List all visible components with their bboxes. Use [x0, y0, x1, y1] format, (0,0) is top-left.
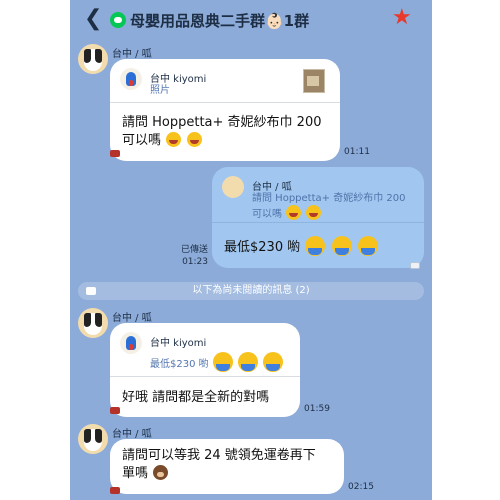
- message-text: 最低$230 喲: [224, 236, 420, 257]
- message-text: 請問 Hoppetta+ 奇妮紗布巾 200 可以嗎: [122, 115, 322, 148]
- chat-title[interactable]: 母嬰用品恩典二手群👶🏻1群: [130, 10, 309, 31]
- quote-text: 最低$230 喲: [150, 352, 300, 372]
- sender-name: 台中 / 呱: [112, 313, 152, 324]
- message-text: 請問可以等我 24 號領免運卷再下 單嗎: [122, 448, 316, 481]
- tag-icon: [110, 407, 120, 414]
- quote-text: 請問 Hoppetta+ 奇妮紗布巾 200 可以嗎: [252, 193, 406, 220]
- quote-sender-name: 台中 kiyomi: [150, 74, 207, 85]
- tag-icon: [110, 487, 120, 494]
- message-bubble[interactable]: 台中 kiyomi 照片 請問 Hoppetta+ 奇妮紗布巾 200 可以嗎: [110, 59, 340, 161]
- grinning-emoji-icon: [187, 132, 203, 147]
- message-time: 01:11: [344, 147, 370, 157]
- grinning-emoji-icon: [306, 205, 322, 220]
- avatar: [120, 332, 142, 354]
- sender-name: 台中 / 呱: [112, 49, 152, 60]
- avatar: [222, 176, 244, 198]
- quote-sender-name: 台中 kiyomi: [150, 338, 207, 349]
- message-bubble[interactable]: 台中 kiyomi 最低$230 喲 好哦 請問都是全新的對嗎: [110, 323, 300, 417]
- quoted-message[interactable]: 台中 kiyomi 最低$230 喲: [110, 323, 300, 377]
- bear-emoji-icon: [153, 465, 169, 480]
- quote-sender-name: 台中 / 呱: [252, 182, 292, 193]
- quoted-message[interactable]: 台中 kiyomi 照片: [110, 59, 340, 103]
- tag-icon: [410, 262, 420, 269]
- chevron-left-icon[interactable]: ❮: [84, 8, 102, 30]
- crying-emoji-icon: [263, 352, 284, 372]
- message-bubble-sent[interactable]: 台中 / 呱 請問 Hoppetta+ 奇妮紗布巾 200 可以嗎 最低$230…: [212, 167, 424, 268]
- chat-window: ❮ 母嬰用品恩典二手群👶🏻1群 ★ 台中 / 呱 台中 kiyomi 照片 請問…: [70, 0, 432, 500]
- chat-header: ❮ 母嬰用品恩典二手群👶🏻1群 ★: [70, 0, 432, 40]
- tag-icon: [86, 287, 96, 295]
- message-time: 01:59: [304, 404, 330, 414]
- avatar: [120, 68, 142, 90]
- avatar[interactable]: [78, 44, 108, 74]
- message-bubble[interactable]: 請問可以等我 24 號領免運卷再下 單嗎: [110, 439, 344, 494]
- message-text: 好哦 請問都是全新的對嗎: [122, 390, 270, 405]
- sender-name: 台中 / 呱: [112, 429, 152, 440]
- crying-emoji-icon: [305, 236, 326, 256]
- sent-status: 已傳送 01:23: [180, 245, 208, 267]
- crying-emoji-icon: [331, 236, 352, 256]
- grinning-emoji-icon: [286, 205, 302, 220]
- quoted-message[interactable]: 台中 / 呱 請問 Hoppetta+ 奇妮紗布巾 200 可以嗎: [212, 167, 424, 223]
- avatar[interactable]: [78, 308, 108, 338]
- grinning-emoji-icon: [166, 132, 182, 147]
- photo-thumbnail[interactable]: [303, 69, 325, 93]
- unread-divider: 以下為尚未閱讀的訊息 (2): [78, 282, 424, 300]
- crying-emoji-icon: [238, 352, 259, 372]
- avatar[interactable]: [78, 424, 108, 454]
- tag-icon: [110, 150, 120, 157]
- chat-bubble-icon: [110, 12, 126, 28]
- star-icon[interactable]: ★: [392, 7, 412, 29]
- message-time: 02:15: [348, 482, 374, 492]
- crying-emoji-icon: [357, 236, 378, 256]
- quote-text: 照片: [150, 85, 170, 96]
- crying-emoji-icon: [212, 352, 233, 372]
